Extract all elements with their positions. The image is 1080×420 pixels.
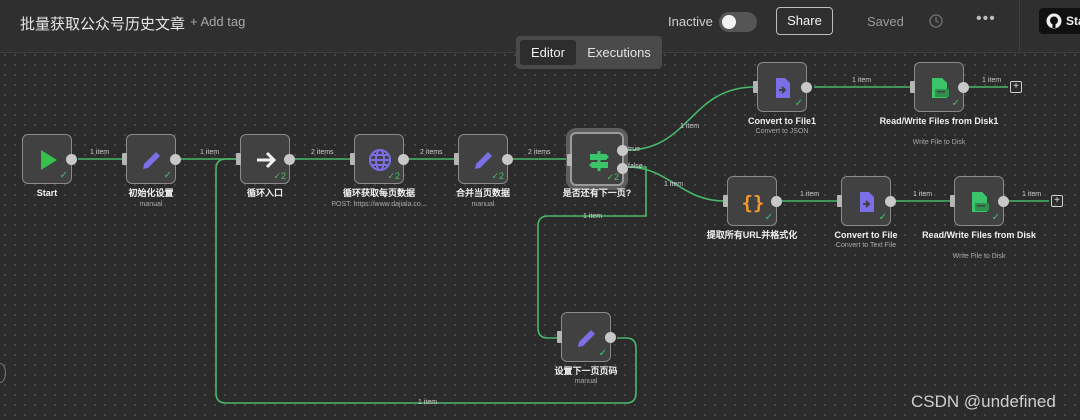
- input-handle[interactable]: [122, 153, 127, 165]
- add-node-button[interactable]: +: [1051, 195, 1063, 207]
- disk-file-icon: [932, 78, 949, 98]
- globe-icon: [369, 149, 391, 171]
- node-subtitle: Write File to Disk: [952, 253, 1006, 260]
- node-convert-to-file1[interactable]: ✓: [753, 62, 812, 112]
- run-count: ✓2: [273, 171, 286, 181]
- node-fetch-page-data[interactable]: ✓2: [350, 134, 409, 184]
- input-handle[interactable]: [454, 153, 459, 165]
- success-check-icon: ✓: [991, 212, 1000, 223]
- node-subtitle: manual: [139, 201, 163, 208]
- false-branch-label: false: [628, 163, 643, 170]
- code-braces-icon: {}: [742, 192, 765, 214]
- edge-label: 2 items: [311, 149, 334, 156]
- edge-label: 1 item: [680, 123, 700, 130]
- input-handle[interactable]: [350, 153, 355, 165]
- success-check-icon: ✓: [951, 98, 960, 109]
- output-handle[interactable]: [502, 154, 513, 165]
- edge-label: 1 item: [982, 77, 1002, 84]
- input-handle[interactable]: [753, 81, 758, 93]
- output-handle[interactable]: [801, 82, 812, 93]
- success-check-icon: ✓: [764, 212, 773, 223]
- node-label: 初始化设置: [128, 188, 174, 198]
- node-label: 提取所有URL并格式化: [706, 230, 798, 240]
- node-label: Convert to File: [834, 230, 898, 240]
- node-label: 循环获取每页数据: [342, 188, 415, 198]
- edge-label: 1 item: [90, 149, 110, 156]
- file-convert-icon: [860, 192, 874, 212]
- input-handle[interactable]: [837, 195, 842, 207]
- node-subtitle: Convert to JSON: [755, 128, 809, 135]
- edge-label: 1 item: [583, 213, 603, 220]
- node-label: Read/Write Files from Disk: [922, 230, 1036, 240]
- disk-file-icon: [972, 192, 989, 212]
- input-handle[interactable]: [557, 331, 562, 343]
- output-handle[interactable]: [398, 154, 409, 165]
- run-count: ✓2: [387, 171, 400, 181]
- output-handle[interactable]: [284, 154, 295, 165]
- input-handle[interactable]: [910, 81, 915, 93]
- node-set-next-page[interactable]: ✓: [557, 312, 616, 362]
- node-subtitle: Write File to Disk: [912, 139, 966, 146]
- edge-label: 1 item: [800, 191, 820, 198]
- pencil-icon: [475, 152, 492, 169]
- node-read-write-disk[interactable]: ✓: [950, 176, 1009, 226]
- node-extract-urls[interactable]: {} ✓: [723, 176, 782, 226]
- node-subtitle: manual: [574, 378, 598, 385]
- node-label: Read/Write Files from Disk1: [879, 116, 999, 126]
- arrow-right-icon: [257, 151, 277, 169]
- input-handle[interactable]: [567, 154, 572, 166]
- node-loop-entry[interactable]: ✓2: [236, 134, 295, 184]
- edge-label: 1 item: [852, 77, 872, 84]
- svg-text:{}: {}: [742, 192, 765, 214]
- output-handle[interactable]: [605, 332, 616, 343]
- run-count: ✓2: [606, 172, 619, 182]
- watermark: CSDN @undefined: [911, 392, 1056, 411]
- node-label: 合并当页数据: [455, 188, 510, 198]
- node-convert-to-file[interactable]: ✓: [837, 176, 896, 226]
- file-convert-icon: [776, 78, 790, 98]
- node-init-settings[interactable]: ✓: [122, 134, 181, 184]
- success-check-icon: ✓: [878, 212, 887, 223]
- edge-label: 1 item: [913, 191, 933, 198]
- edge-label: 1 item: [664, 181, 684, 188]
- true-branch-label: true: [628, 146, 641, 153]
- node-label: 是否还有下一页?: [562, 188, 632, 198]
- success-check-icon: ✓: [794, 98, 803, 109]
- edge-label: 1 item: [200, 149, 220, 156]
- output-handle[interactable]: [771, 196, 782, 207]
- success-check-icon: ✓: [59, 170, 68, 181]
- signpost-icon: [589, 151, 609, 171]
- edge-label: 2 items: [420, 149, 443, 156]
- edge-label: 1 item: [418, 399, 438, 406]
- add-node-button[interactable]: +: [1010, 81, 1022, 93]
- input-handle[interactable]: [236, 153, 241, 165]
- node-if-has-next-page[interactable]: ✓2: [567, 132, 628, 186]
- node-read-write-disk1[interactable]: ✓: [910, 62, 969, 112]
- node-merge-page-data[interactable]: ✓2: [454, 134, 513, 184]
- node-subtitle: Convert to Text File: [835, 242, 897, 249]
- output-handle[interactable]: [66, 154, 77, 165]
- success-check-icon: ✓: [598, 348, 607, 359]
- node-subtitle: manual: [471, 201, 495, 208]
- node-label: 循环入口: [246, 188, 283, 198]
- node-label: 设置下一页页码: [554, 366, 618, 376]
- play-icon: [41, 150, 57, 170]
- node-start[interactable]: ✓: [22, 134, 77, 184]
- input-handle[interactable]: [723, 195, 728, 207]
- run-count: ✓2: [491, 171, 504, 181]
- pencil-icon: [143, 152, 160, 169]
- input-handle[interactable]: [950, 195, 955, 207]
- success-check-icon: ✓: [163, 170, 172, 181]
- true-output-handle[interactable]: [617, 145, 628, 156]
- output-handle[interactable]: [998, 196, 1009, 207]
- output-handle[interactable]: [885, 196, 896, 207]
- edge-label: 1 item: [1022, 191, 1042, 198]
- false-output-handle[interactable]: [617, 163, 628, 174]
- node-label: Convert to File1: [747, 116, 816, 126]
- output-handle[interactable]: [958, 82, 969, 93]
- edge-label: 2 items: [528, 149, 551, 156]
- pencil-icon: [578, 330, 595, 347]
- output-handle[interactable]: [170, 154, 181, 165]
